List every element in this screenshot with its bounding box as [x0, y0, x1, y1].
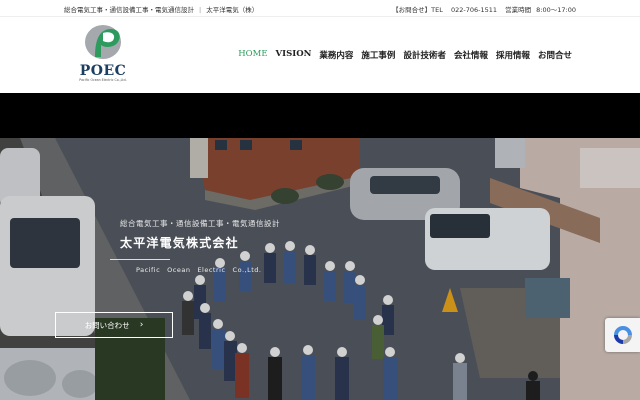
chevron-right-icon: ›	[139, 320, 144, 330]
nav-recruit[interactable]: 採用情報	[496, 49, 530, 61]
nav-contact[interactable]: お問合せ	[538, 49, 572, 61]
top-bar-contact: 【お問合せ】TEL 022-706-1511 営業時間 8:00～17:00	[392, 4, 576, 14]
top-info-bar: 総合電気工事・通信設備工事・電気通信設計 | 太平洋電気（株） 【お問合せ】TEL …	[0, 0, 640, 17]
hours-value: 8:00～17:00	[536, 6, 576, 14]
hero-divider	[110, 259, 170, 260]
recaptcha-logo-icon	[613, 326, 632, 344]
logo-subtitle: Pacific Ocean Electric Co.,Ltd.	[79, 78, 127, 82]
site-header: POEC Pacific Ocean Electric Co.,Ltd. HOM…	[0, 17, 640, 93]
nav-services[interactable]: 業務内容	[319, 49, 353, 61]
black-band	[0, 93, 640, 138]
nav-engineers[interactable]: 設計技術者	[403, 49, 446, 61]
phone-number[interactable]: 022-706-1511	[451, 6, 497, 14]
services-text: 総合電気工事・通信設備工事・電気通信設計	[64, 6, 194, 14]
cta-label: お問い合わせ	[84, 320, 130, 330]
hero-copy: 総合電気工事・通信設備工事・電気通信設計 太平洋電気株式会社 Pacific O…	[110, 218, 280, 274]
site-logo[interactable]: POEC Pacific Ocean Electric Co.,Ltd.	[78, 23, 128, 89]
nav-vision[interactable]: VISION	[276, 49, 312, 61]
contact-label: 【お問合せ】TEL	[392, 6, 443, 14]
hero-tagline: 総合電気工事・通信設備工事・電気通信設計	[120, 219, 280, 228]
hero-company-en: Pacific Ocean Electric Co.,Ltd.	[136, 266, 262, 274]
logo-mark-icon	[85, 25, 121, 59]
company-short: 太平洋電気（株）	[206, 6, 259, 14]
nav-works[interactable]: 施工事例	[361, 49, 395, 61]
hero-section: 総合電気工事・通信設備工事・電気通信設計 太平洋電気株式会社 Pacific O…	[0, 138, 640, 400]
nav-company[interactable]: 会社情報	[454, 49, 488, 61]
nav-home[interactable]: HOME	[238, 49, 267, 61]
hero-photo	[0, 138, 640, 400]
top-bar-left: 総合電気工事・通信設備工事・電気通信設計 | 太平洋電気（株）	[64, 4, 258, 14]
hours-label: 営業時間	[505, 6, 532, 14]
divider: |	[199, 6, 202, 14]
main-nav: HOME VISION 業務内容 施工事例 設計技術者 会社情報 採用情報 お問…	[238, 49, 572, 61]
recaptcha-icon[interactable]	[605, 318, 640, 352]
contact-cta-button[interactable]: お問い合わせ ›	[55, 312, 173, 338]
logo-wordmark: POEC	[79, 63, 127, 79]
hero-company-name: 太平洋電気株式会社	[120, 236, 239, 250]
